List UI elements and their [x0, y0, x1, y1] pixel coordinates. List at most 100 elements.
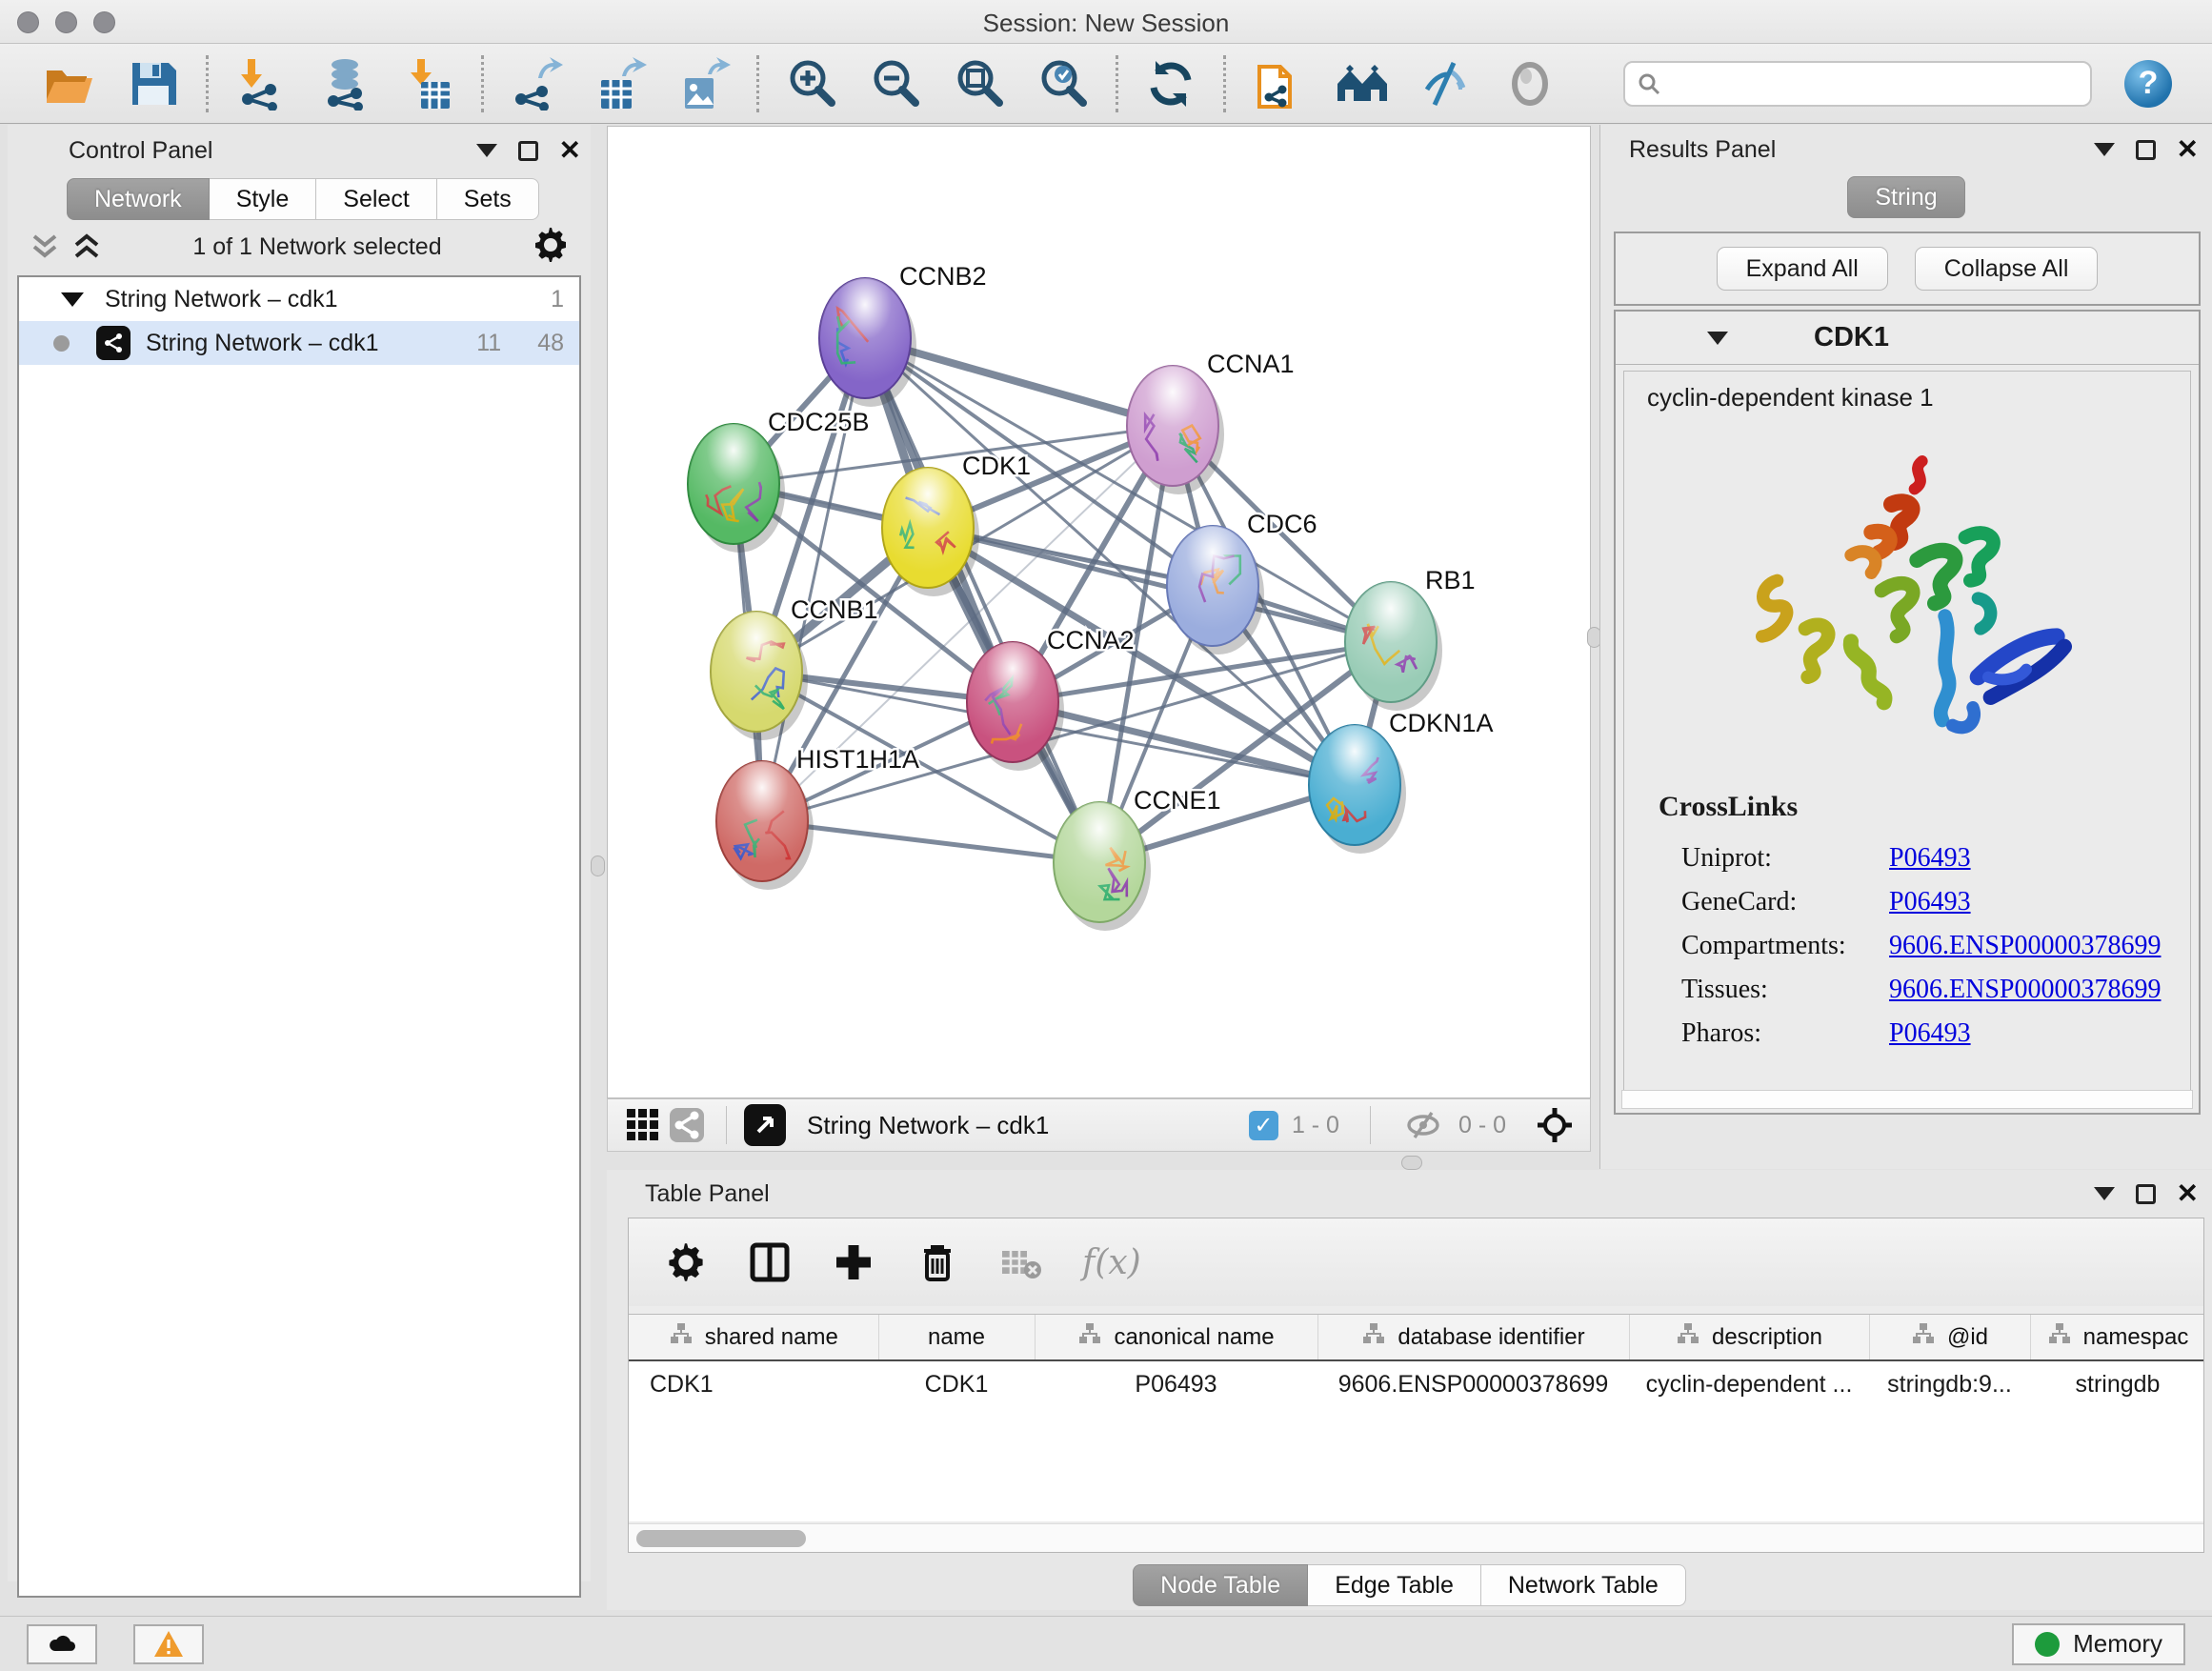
close-panel-icon[interactable]: ✕: [2177, 1180, 2199, 1207]
network-edge[interactable]: [928, 528, 1391, 642]
search-field[interactable]: [1623, 61, 2092, 107]
column-header[interactable]: canonical name: [1035, 1315, 1317, 1360]
table-cell[interactable]: cyclin-dependent ...: [1629, 1360, 1869, 1408]
tab-edge-table[interactable]: Edge Table: [1308, 1564, 1481, 1606]
tab-network[interactable]: Network: [67, 178, 210, 220]
network-node-CCNE1[interactable]: CCNE1: [1054, 786, 1221, 931]
table-cell[interactable]: stringdb:9...: [1869, 1360, 2030, 1408]
delete-table-icon[interactable]: [998, 1239, 1044, 1285]
collapse-all-icon[interactable]: [29, 232, 61, 261]
network-node-CCNB1[interactable]: CCNB1: [711, 595, 878, 740]
memory-button[interactable]: Memory: [2012, 1623, 2185, 1665]
import-table-icon[interactable]: [401, 56, 456, 111]
collection-expander-icon[interactable]: [61, 292, 84, 307]
import-network-icon[interactable]: [233, 56, 289, 111]
zoom-fit-icon[interactable]: [952, 56, 1007, 111]
warning-button[interactable]: [133, 1624, 204, 1664]
hide-graphics-icon[interactable]: [1418, 56, 1474, 111]
network-node-HIST1H1A[interactable]: HIST1H1A: [716, 745, 919, 890]
gear-icon[interactable]: [663, 1239, 709, 1285]
tab-node-table[interactable]: Node Table: [1133, 1564, 1308, 1606]
table-hscrollbar[interactable]: [629, 1523, 2203, 1552]
network-view-icon[interactable]: [665, 1103, 709, 1147]
expand-all-button[interactable]: Expand All: [1717, 247, 1888, 291]
column-header[interactable]: namespac: [2030, 1315, 2203, 1360]
network-collection-row[interactable]: String Network – cdk1 1: [19, 277, 579, 321]
network-options-gear-icon[interactable]: [532, 226, 570, 269]
home-icon[interactable]: [1335, 56, 1390, 111]
export-image-icon[interactable]: [676, 56, 732, 111]
selected-nodes-checkbox-icon[interactable]: ✓: [1249, 1111, 1278, 1140]
results-scroll-track[interactable]: [1621, 1090, 2193, 1109]
table-row[interactable]: CDK1CDK1P064939606.ENSP00000378699cyclin…: [629, 1360, 2203, 1408]
entry-expander-icon[interactable]: [1707, 332, 1728, 345]
node-details-header[interactable]: CDK1: [1616, 312, 2199, 365]
network-node-CDKN1A[interactable]: CDKN1A: [1309, 709, 1494, 854]
column-header[interactable]: description: [1629, 1315, 1869, 1360]
crosslink-link[interactable]: P06493: [1889, 887, 1971, 917]
crosslink-link[interactable]: 9606.ENSP00000378699: [1889, 931, 2161, 961]
table-cell[interactable]: CDK1: [629, 1360, 878, 1408]
show-graphics-icon[interactable]: [1502, 56, 1558, 111]
tab-string[interactable]: String: [1847, 176, 1964, 218]
network-node-CCNA1[interactable]: CCNA1: [1127, 350, 1295, 494]
network-node-CDC6[interactable]: CDC6: [1167, 510, 1317, 654]
panel-menu-icon[interactable]: [2094, 143, 2115, 156]
column-header[interactable]: name: [878, 1315, 1035, 1360]
close-panel-icon[interactable]: ✕: [2177, 136, 2199, 163]
table-cell[interactable]: stringdb: [2030, 1360, 2203, 1408]
share-document-icon[interactable]: [1251, 56, 1306, 111]
float-panel-icon[interactable]: [2136, 140, 2156, 160]
left-splitter-handle[interactable]: [591, 856, 605, 876]
column-header[interactable]: database identifier: [1317, 1315, 1629, 1360]
birdseye-view-icon[interactable]: [744, 1104, 786, 1146]
table-cell[interactable]: 9606.ENSP00000378699: [1317, 1360, 1629, 1408]
panel-menu-icon[interactable]: [2094, 1187, 2115, 1200]
network-node-CDC25B[interactable]: CDC25B: [688, 408, 870, 553]
tab-style[interactable]: Style: [210, 178, 317, 220]
save-session-icon[interactable]: [126, 56, 181, 111]
delete-icon[interactable]: [915, 1239, 960, 1285]
grid-view-icon[interactable]: [621, 1103, 665, 1147]
columns-icon[interactable]: [747, 1239, 793, 1285]
collapse-all-button[interactable]: Collapse All: [1915, 247, 2099, 291]
search-input[interactable]: [1669, 70, 2079, 97]
export-table-icon[interactable]: [593, 56, 648, 111]
crosslink-link[interactable]: 9606.ENSP00000378699: [1889, 975, 2161, 1005]
cloud-button[interactable]: [27, 1624, 97, 1664]
export-network-icon[interactable]: [509, 56, 564, 111]
crosslink-link[interactable]: P06493: [1889, 843, 1971, 874]
window-title: Session: New Session: [0, 9, 2212, 38]
tab-select[interactable]: Select: [316, 178, 436, 220]
float-panel-icon[interactable]: [2136, 1184, 2156, 1204]
network-canvas[interactable]: CCNB2CCNA1CDC25BCDK1CDC6RB1CCNB1CCNA2CDK…: [607, 126, 1591, 1098]
crosslink-link[interactable]: P06493: [1889, 1018, 1971, 1049]
tab-network-table[interactable]: Network Table: [1481, 1564, 1686, 1606]
table-hscroll-thumb[interactable]: [636, 1530, 806, 1547]
tab-sets[interactable]: Sets: [437, 178, 539, 220]
zoom-out-icon[interactable]: [868, 56, 923, 111]
zoom-selected-icon[interactable]: [1036, 56, 1091, 111]
help-button[interactable]: ?: [2124, 60, 2172, 108]
expand-all-icon[interactable]: [70, 232, 103, 261]
table-cell[interactable]: P06493: [1035, 1360, 1317, 1408]
table-cell[interactable]: CDK1: [878, 1360, 1035, 1408]
column-header[interactable]: @id: [1869, 1315, 2030, 1360]
bottom-splitter-handle[interactable]: [1401, 1156, 1422, 1170]
refresh-icon[interactable]: [1143, 56, 1198, 111]
float-panel-icon[interactable]: [518, 141, 538, 161]
crosshair-icon[interactable]: [1533, 1103, 1577, 1147]
import-database-icon[interactable]: [317, 56, 372, 111]
panel-menu-icon[interactable]: [476, 144, 497, 157]
zoom-in-icon[interactable]: [784, 56, 839, 111]
column-header[interactable]: shared name: [629, 1315, 878, 1360]
network-edge[interactable]: [865, 338, 1099, 862]
open-session-icon[interactable]: [42, 56, 97, 111]
network-node-CCNA2[interactable]: CCNA2: [967, 626, 1135, 771]
add-column-icon[interactable]: [831, 1239, 876, 1285]
function-builder-icon[interactable]: f(x): [1082, 1243, 1141, 1282]
network-row[interactable]: String Network – cdk1 11 48: [19, 321, 579, 365]
close-panel-icon[interactable]: ✕: [559, 137, 581, 164]
network-node-RB1[interactable]: RB1: [1345, 566, 1476, 711]
network-node-CCNB2[interactable]: CCNB2: [819, 262, 987, 407]
